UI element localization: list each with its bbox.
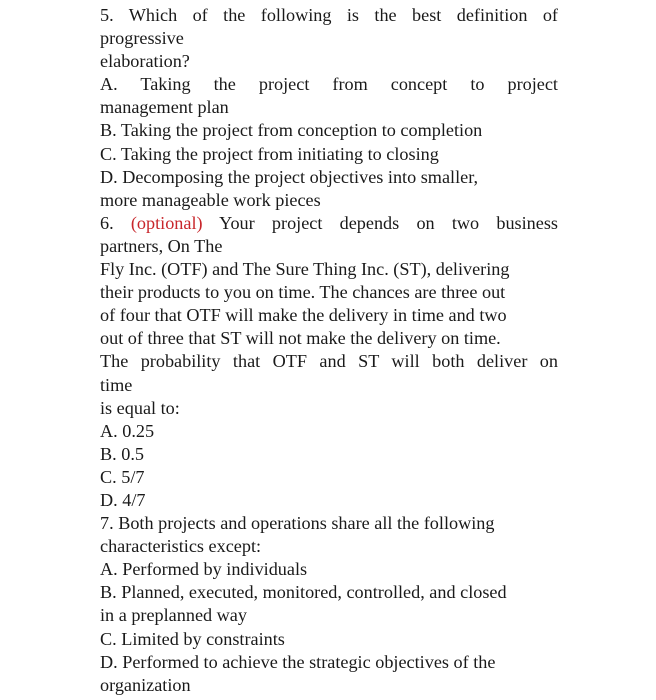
option-text: C. 5/7 [100, 466, 145, 487]
question-7-option-c: C. Limited by constraints [100, 628, 558, 651]
question-6-stem-line: Fly Inc. (OTF) and The Sure Thing Inc. (… [100, 259, 510, 280]
question-7-option-d: D. Performed to achieve the strategic ob… [100, 651, 558, 697]
question-6-option-b: B. 0.5 [100, 443, 558, 466]
question-7-stem-line: 7. Both projects and operations share al… [100, 513, 495, 534]
option-text: B. Planned, executed, monitored, control… [100, 582, 507, 603]
option-text: A. Performed by individuals [100, 559, 308, 580]
question-6-stem-line: out of three that ST will not make the d… [100, 328, 501, 349]
question-6-stem-line: partners, On The [100, 235, 223, 256]
question-6-stem-line: is equal to: [100, 397, 180, 418]
option-text: D. 4/7 [100, 489, 146, 510]
question-6-stem-first-line: 6. (optional) Your project depends on tw… [100, 212, 558, 235]
question-7-option-a: A. Performed by individuals [100, 558, 558, 581]
stem-text: Your project depends on two business [219, 212, 558, 233]
question-6: 6. (optional) Your project depends on tw… [100, 212, 558, 512]
option-text: A. Taking the project from concept to pr… [100, 74, 558, 95]
question-7: 7. Both projects and operations share al… [100, 512, 558, 697]
question-5-option-b: B. Taking the project from conception to… [100, 119, 558, 142]
question-6-stem-line: time [100, 374, 133, 395]
question-5-option-a: A. Taking the project from concept to pr… [100, 73, 558, 119]
option-text: more manageable work pieces [100, 189, 321, 210]
option-text: C. Limited by constraints [100, 628, 285, 649]
question-5-stem-line: 5. Which of the following is the best de… [100, 5, 558, 25]
option-text: in a preplanned way [100, 605, 247, 626]
question-7-option-b: B. Planned, executed, monitored, control… [100, 581, 558, 627]
question-5-option-d: D. Decomposing the project objectives in… [100, 166, 558, 212]
question-6-stem-line: their products to you on time. The chanc… [100, 282, 506, 303]
question-5: 5. Which of the following is the best de… [100, 4, 558, 212]
question-6-stem-line: The probability that OTF and ST will bot… [100, 351, 558, 372]
question-5-stem-line: progressive [100, 28, 184, 49]
question-6-option-d: D. 4/7 [100, 489, 558, 512]
question-5-option-c: C. Taking the project from initiating to… [100, 143, 558, 166]
option-text: C. Taking the project from initiating to… [100, 143, 439, 164]
question-7-stem-line: characteristics except: [100, 536, 262, 557]
optional-tag: (optional) [130, 212, 203, 233]
question-number: 6. [100, 212, 114, 233]
option-text: D. Performed to achieve the strategic ob… [100, 651, 496, 672]
question-6-option-c: C. 5/7 [100, 466, 558, 489]
option-text: B. 0.5 [100, 443, 144, 464]
question-6-option-a: A. 0.25 [100, 420, 558, 443]
question-6-stem-line: of four that OTF will make the delivery … [100, 305, 507, 326]
option-text: B. Taking the project from conception to… [100, 120, 483, 141]
quiz-document: 5. Which of the following is the best de… [100, 4, 558, 697]
option-text: organization [100, 674, 191, 695]
option-text: A. 0.25 [100, 420, 155, 441]
option-text: D. Decomposing the project objectives in… [100, 166, 479, 187]
question-5-stem-line: elaboration? [100, 51, 190, 72]
option-text: management plan [100, 97, 229, 118]
